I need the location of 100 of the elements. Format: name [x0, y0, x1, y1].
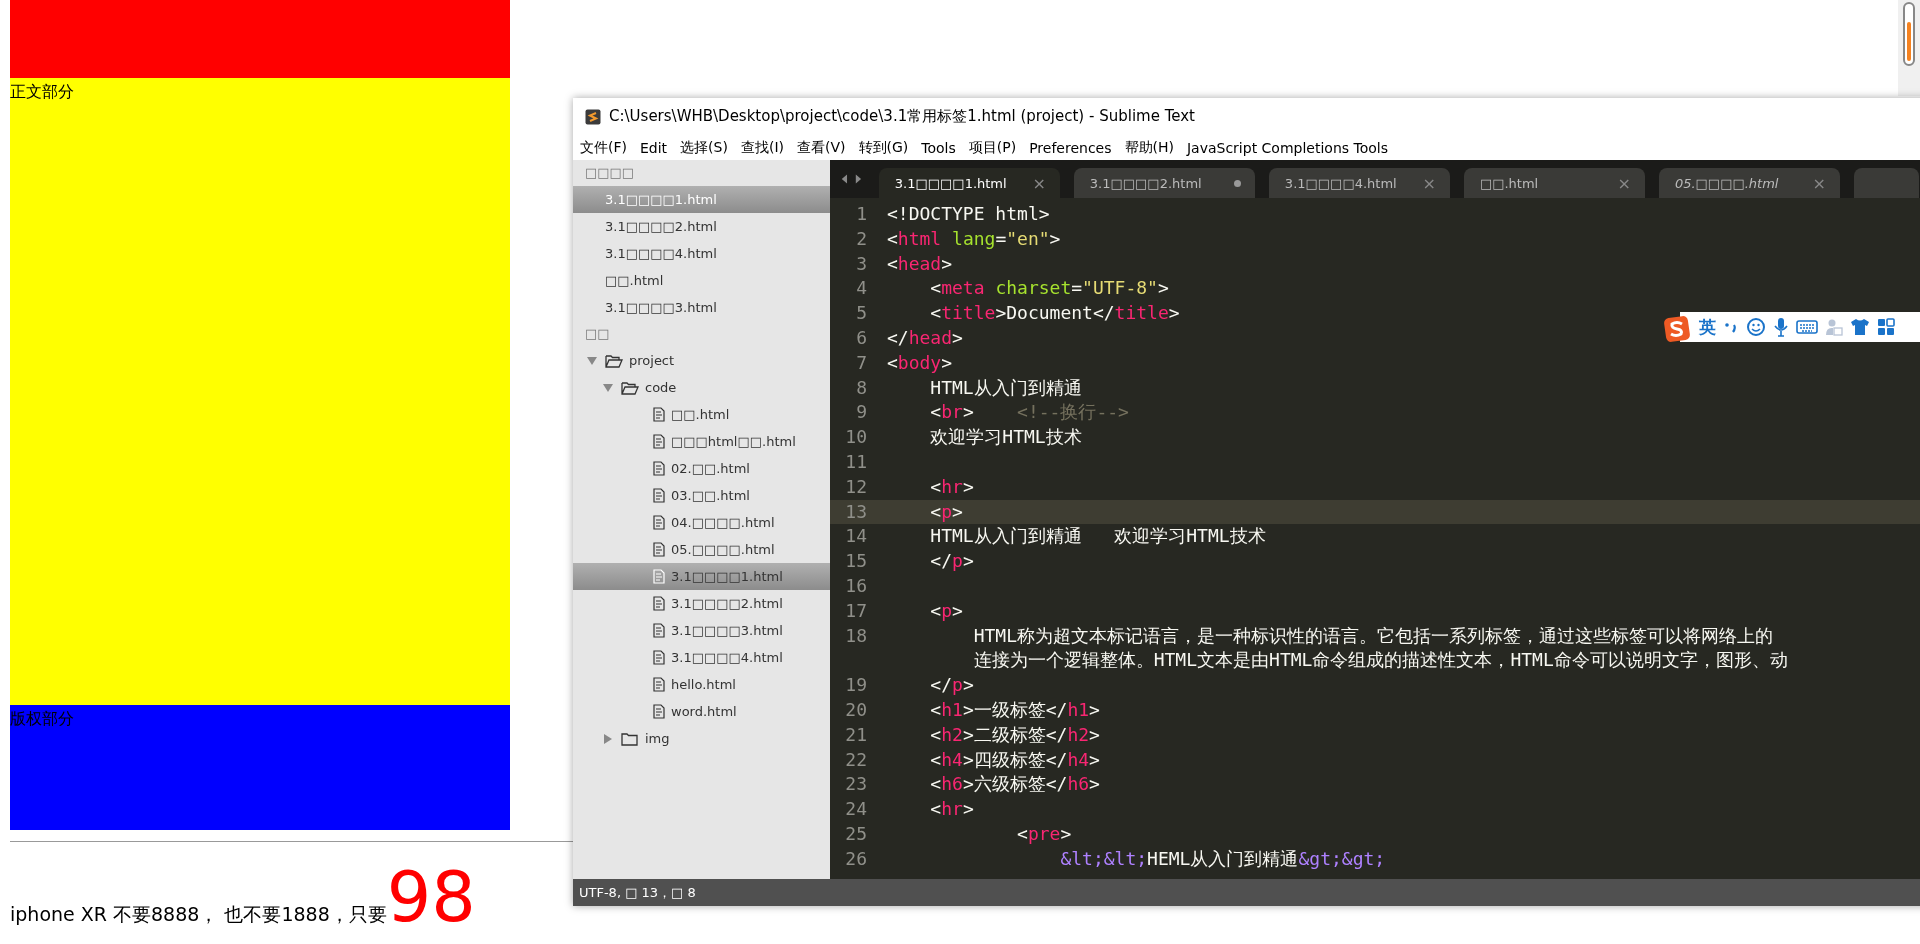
- file-item[interactable]: 3.1□□□□3.html: [671, 623, 783, 638]
- tab[interactable]: 3.1□□□□1.html ×: [878, 168, 1060, 198]
- open-file-item[interactable]: 3.1□□□□3.html: [573, 294, 830, 321]
- menu-item[interactable]: JavaScript Completions Tools: [1186, 139, 1388, 156]
- smiley-icon[interactable]: [1746, 317, 1766, 337]
- line-number: 10: [844, 425, 868, 450]
- file-item[interactable]: □□□html□□.html: [671, 434, 796, 449]
- menu-item[interactable]: 文件(F): [580, 138, 627, 157]
- menu-item[interactable]: 查看(V): [797, 138, 846, 157]
- file-icon: [653, 704, 665, 719]
- folder-item[interactable]: code: [645, 380, 677, 395]
- menu-item[interactable]: Edit: [640, 139, 668, 156]
- menu-item[interactable]: 帮助(H): [1124, 138, 1174, 157]
- code-line: HTML从入门到精通: [929, 375, 1082, 400]
- window-title: C:\Users\WHB\Desktop\project\code\3.1常用标签1.html (project) - Sublime Text: [609, 107, 1195, 126]
- body-label: 正文部分: [10, 81, 74, 103]
- code-line: <hr>: [929, 474, 974, 499]
- status-text: UTF-8, □ 13，□ 8: [579, 883, 696, 902]
- file-item[interactable]: 05.□□□□.html: [671, 542, 775, 557]
- folder-icon: [621, 380, 639, 395]
- file-icon: [653, 677, 665, 692]
- close-icon[interactable]: ×: [1032, 173, 1046, 193]
- line-number: 20: [844, 697, 868, 722]
- line-number: 24: [844, 797, 868, 822]
- file-item[interactable]: 3.1□□□□4.html: [671, 650, 783, 665]
- line-number: 21: [844, 722, 868, 747]
- file-icon: [653, 488, 665, 503]
- grid-icon[interactable]: [1877, 318, 1895, 336]
- line-number: 2: [855, 226, 868, 251]
- line-number: 3: [855, 251, 868, 276]
- code-line: <h1>一级标签</h1>: [929, 697, 1100, 722]
- file-icon: [653, 515, 665, 530]
- menu-item[interactable]: 项目(P): [968, 138, 1017, 157]
- collapse-icon[interactable]: [603, 382, 613, 393]
- folder-item[interactable]: project: [629, 353, 675, 368]
- file-item[interactable]: 3.1□□□□2.html: [671, 596, 783, 611]
- file-icon: [653, 623, 665, 638]
- file-icon: [653, 650, 665, 665]
- open-file-item[interactable]: 3.1□□□□4.html: [573, 240, 830, 267]
- collapse-icon[interactable]: [587, 355, 597, 366]
- ime-logo-icon[interactable]: [1662, 314, 1692, 344]
- file-item[interactable]: 03.□□.html: [671, 488, 750, 503]
- code-line: <pre>: [1016, 821, 1072, 846]
- line-number: 18: [844, 623, 868, 648]
- expand-icon[interactable]: [603, 733, 613, 744]
- code-line: <!DOCTYPE html>: [887, 202, 1050, 226]
- microphone-icon[interactable]: [1773, 317, 1789, 337]
- file-icon: [653, 461, 665, 476]
- unsaved-dot-icon: [1233, 179, 1241, 187]
- code-line: </p>: [929, 549, 974, 574]
- file-icon: [653, 407, 665, 422]
- code-line: HTML从入门到精通 欢迎学习HTML技术: [929, 524, 1266, 549]
- code-line: <h2>二级标签</h2>: [929, 722, 1100, 747]
- menu-item[interactable]: Tools: [921, 139, 956, 156]
- menu-item[interactable]: 转到(G): [858, 138, 909, 157]
- code-line: <p>: [929, 499, 963, 524]
- folder-icon: [621, 731, 639, 746]
- file-item[interactable]: hello.html: [671, 677, 736, 692]
- code-line: </p>: [929, 673, 974, 698]
- tab[interactable]: □□.html ×: [1463, 168, 1645, 198]
- menu-item[interactable]: Preferences: [1029, 139, 1112, 156]
- scrollbar[interactable]: [1898, 0, 1920, 96]
- code-line: &lt;&lt;HEML从入门到精通&gt;&gt;: [1059, 846, 1386, 871]
- menu-item[interactable]: 查找(I): [740, 138, 784, 157]
- input-mode-toggle[interactable]: 英: [1699, 315, 1716, 339]
- file-item[interactable]: □□.html: [671, 407, 730, 422]
- shirt-icon[interactable]: [1850, 318, 1870, 336]
- footer-label: 版权部分: [10, 708, 74, 730]
- file-item[interactable]: 02.□□.html: [671, 461, 750, 476]
- line-number: 14: [844, 524, 868, 549]
- code-line: <title>Document</title>: [929, 301, 1180, 326]
- tab[interactable]: 3.1□□□□4.html ×: [1268, 168, 1450, 198]
- file-item[interactable]: word.html: [671, 704, 737, 719]
- line-number: 1: [855, 202, 868, 226]
- file-icon: [653, 542, 665, 557]
- folder-icon: [605, 353, 623, 368]
- tab-nav-arrows-icon[interactable]: [840, 173, 863, 185]
- keyboard-icon[interactable]: [1796, 319, 1818, 335]
- file-item[interactable]: 04.□□□□.html: [671, 515, 775, 530]
- code-line: <html lang="en">: [887, 226, 1061, 251]
- file-icon: [653, 434, 665, 449]
- line-number: 16: [844, 573, 868, 598]
- code-line: <p>: [929, 598, 963, 623]
- open-file-item[interactable]: 3.1□□□□2.html: [573, 213, 830, 240]
- code-line: <meta charset="UTF-8">: [929, 276, 1169, 301]
- open-file-item[interactable]: □□.html: [573, 267, 830, 294]
- code-line: <h4>四级标签</h4>: [929, 747, 1100, 772]
- code-line: <body>: [887, 350, 953, 375]
- line-number: 22: [844, 747, 868, 772]
- folder-item[interactable]: img: [645, 731, 670, 746]
- line-number: 12: [844, 474, 868, 499]
- line-number: 11: [844, 449, 868, 474]
- menu-item[interactable]: 选择(S): [680, 138, 728, 157]
- code-line: <hr>: [929, 797, 974, 822]
- line-number: 25: [844, 821, 868, 846]
- app-icon: [585, 108, 601, 125]
- tab[interactable]: 3.1□□□□2.html: [1073, 168, 1255, 198]
- line-number: 4: [855, 276, 868, 301]
- line-number: 13: [844, 499, 868, 524]
- tab[interactable]: 05.□□□□.html ×: [1658, 168, 1840, 198]
